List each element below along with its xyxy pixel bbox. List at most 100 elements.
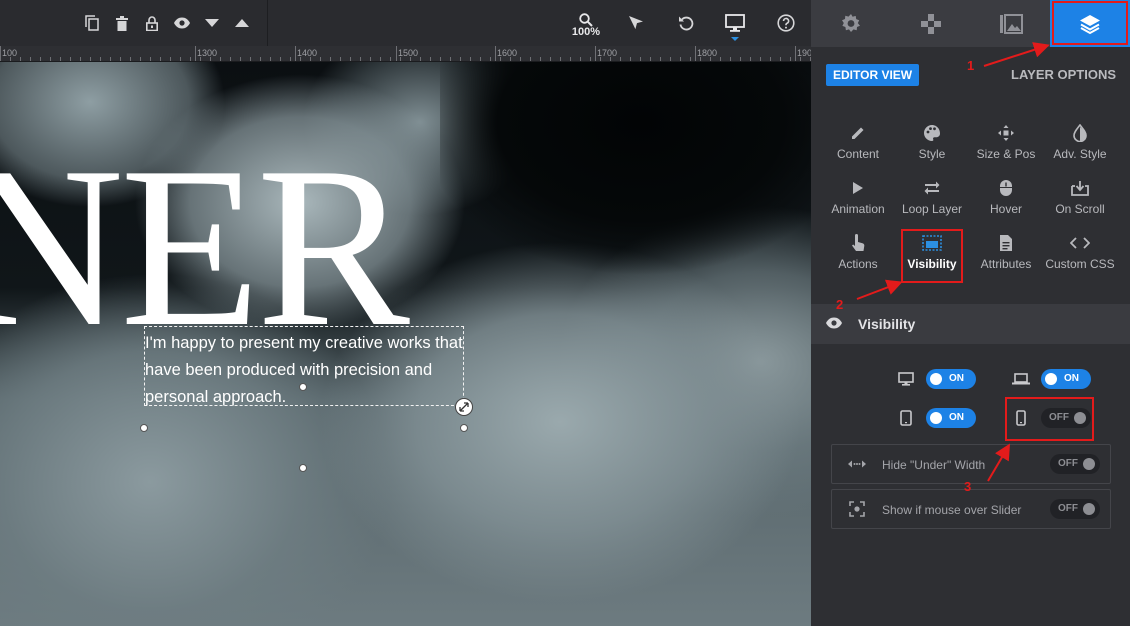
editor-view-button[interactable]: EDITOR VIEW [826, 64, 920, 86]
delete-icon[interactable] [110, 11, 134, 35]
move-icon [998, 125, 1014, 141]
highlight-visibility-option [901, 229, 963, 283]
toggle-desktop[interactable]: ON [926, 369, 976, 389]
ruler-label: 190 [797, 48, 811, 58]
ruler-major-tick [0, 46, 1, 61]
ruler-major-tick [595, 46, 596, 61]
toggle-show-mouse[interactable]: OFF [1050, 499, 1100, 519]
resize-handle-bottom[interactable] [299, 464, 307, 472]
option-label: Style [918, 147, 946, 161]
option-animation[interactable]: Animation [821, 177, 895, 221]
selected-text-layer[interactable]: I'm happy to present my creative works t… [144, 326, 464, 406]
toggle-notebook[interactable]: ON [1041, 369, 1091, 389]
tab-navigation[interactable] [891, 0, 971, 47]
mouse-icon [1000, 180, 1012, 196]
help-icon[interactable] [774, 11, 798, 35]
section-title: Visibility [858, 316, 916, 332]
ruler-label: 100 [2, 48, 18, 58]
option-label: Attributes [980, 257, 1032, 271]
top-toolbar: 100% [0, 0, 811, 46]
option-label: Hover [989, 202, 1022, 216]
pencil-icon [852, 127, 864, 139]
desktop-icon[interactable] [723, 11, 747, 35]
code-icon [1070, 237, 1090, 249]
show-mouse-over-row: Show if mouse over Slider OFF [831, 489, 1111, 529]
option-hover[interactable]: Hover [969, 177, 1043, 221]
active-device-marker [731, 37, 739, 41]
option-label: Size & Pos [976, 147, 1036, 161]
option-label: Custom CSS [1045, 257, 1115, 271]
hide-under-label: Hide "Under" Width [882, 458, 986, 472]
eye-icon[interactable] [170, 11, 194, 35]
option-size-pos[interactable]: Size & Pos [969, 122, 1043, 166]
toggle-tablet[interactable]: ON [926, 408, 976, 428]
highlight-layers-tab [1052, 1, 1128, 45]
visibility-section-header[interactable]: Visibility [811, 304, 1130, 344]
annotation-step-2: 2 [836, 297, 844, 312]
ruler-label: 1800 [697, 48, 718, 58]
option-attributes[interactable]: Attributes [969, 232, 1043, 276]
toggle-show-mouse-label: OFF [1058, 503, 1078, 514]
annotation-step-3: 3 [964, 479, 972, 494]
show-mouse-label: Show if mouse over Slider [882, 503, 1022, 517]
resize-handle-left[interactable] [140, 424, 148, 432]
resize-handle-top[interactable] [299, 383, 307, 391]
option-label: Animation [831, 202, 885, 216]
ruler-major-tick [495, 46, 496, 61]
ruler-major-tick [695, 46, 696, 61]
ruler-label: 1600 [497, 48, 518, 58]
palette-icon [924, 125, 941, 141]
loop-icon [924, 181, 940, 195]
option-actions[interactable]: Actions [821, 232, 895, 276]
resize-handle-right[interactable] [460, 424, 468, 432]
media-icon [1000, 13, 1023, 34]
tab-settings[interactable] [811, 0, 891, 47]
layer-options-panel: EDITOR VIEW LAYER OPTIONS Content Style … [811, 0, 1130, 626]
option-style[interactable]: Style [895, 122, 969, 166]
ruler-label: 1700 [597, 48, 618, 58]
highlight-mobile-toggle [1005, 397, 1094, 441]
tablet-icon [897, 410, 915, 426]
ruler-major-tick [396, 46, 397, 61]
ruler-label: 1500 [398, 48, 419, 58]
hide-under-width-row: Hide "Under" Width OFF [831, 444, 1111, 484]
option-label: Adv. Style [1053, 147, 1107, 161]
width-arrows-icon [847, 456, 867, 472]
arrow-down-icon[interactable] [200, 11, 224, 35]
horizontal-ruler: 100 1300 1400 1500 1600 1700 1800 190 [0, 46, 811, 62]
zoom-level[interactable]: 100% [568, 26, 604, 38]
navigation-icon [921, 13, 941, 34]
ruler-major-tick [195, 46, 196, 61]
tab-media[interactable] [971, 0, 1051, 47]
option-loop-layer[interactable]: Loop Layer [895, 177, 969, 221]
ruler-major-tick [795, 46, 796, 61]
option-label: On Scroll [1055, 202, 1105, 216]
contrast-icon [1073, 124, 1087, 142]
toggle-hide-under-label: OFF [1058, 458, 1078, 469]
ruler-label: 1400 [297, 48, 318, 58]
desktop-icon [897, 371, 915, 387]
scroll-icon [1071, 181, 1089, 196]
option-label: Actions [838, 257, 878, 271]
annotation-step-1: 1 [967, 58, 975, 73]
canvas-shadow [440, 62, 811, 312]
body-text[interactable]: I'm happy to present my creative works t… [145, 330, 475, 411]
toggle-hide-under[interactable]: OFF [1050, 454, 1100, 474]
focus-icon [847, 501, 867, 517]
option-adv-style[interactable]: Adv. Style [1043, 122, 1117, 166]
undo-icon[interactable] [674, 11, 698, 35]
laptop-icon [1012, 371, 1030, 387]
ruler-label: 1300 [197, 48, 218, 58]
copy-icon[interactable] [80, 11, 104, 35]
layer-options-title: LAYER OPTIONS [1011, 67, 1116, 82]
ruler-major-tick [295, 46, 296, 61]
toolbar-divider [267, 0, 268, 46]
pointer-icon[interactable] [624, 11, 648, 35]
arrow-up-icon[interactable] [230, 11, 254, 35]
option-content[interactable]: Content [821, 122, 895, 166]
lock-icon[interactable] [140, 11, 164, 35]
scale-handle-icon[interactable] [455, 398, 473, 416]
eye-icon [825, 316, 843, 334]
option-custom-css[interactable]: Custom CSS [1043, 232, 1117, 276]
option-on-scroll[interactable]: On Scroll [1043, 177, 1117, 221]
